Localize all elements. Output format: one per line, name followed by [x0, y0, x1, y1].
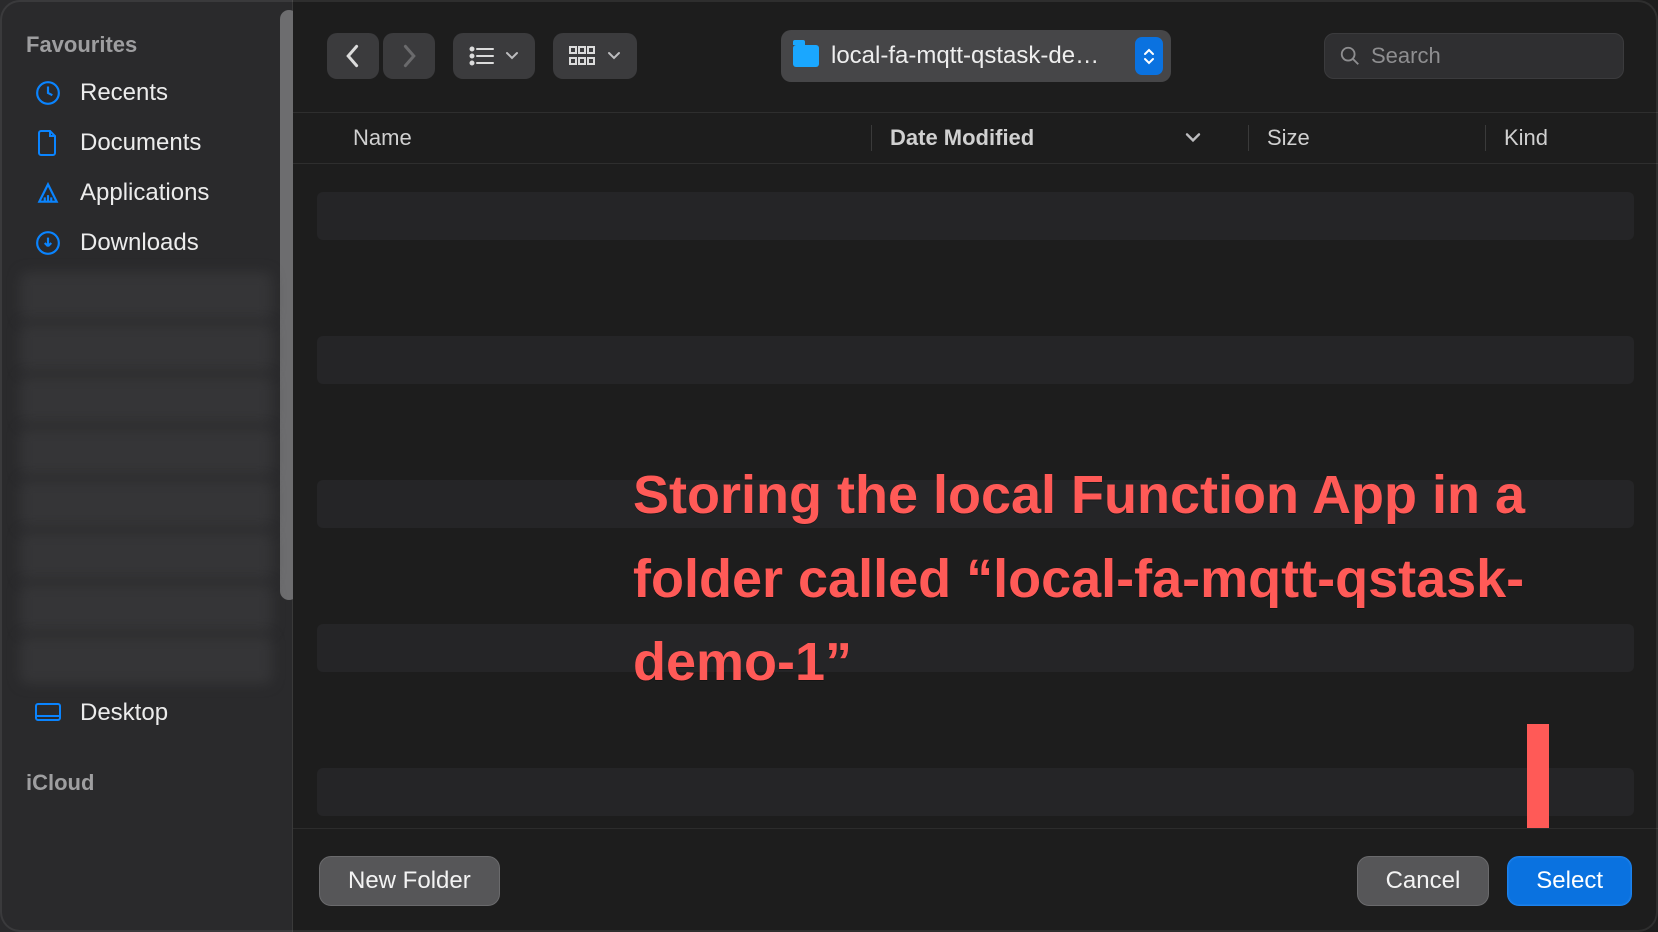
file-row[interactable] [317, 336, 1634, 384]
chevron-right-icon [400, 44, 418, 68]
applications-icon [34, 179, 62, 207]
column-size[interactable]: Size [1267, 125, 1467, 151]
toolbar: local-fa-mqtt-qstask-de… [293, 0, 1658, 112]
sidebar-item-redacted[interactable] [20, 584, 272, 632]
new-folder-button[interactable]: New Folder [319, 856, 500, 906]
stepper-updown-icon [1135, 37, 1163, 75]
bottom-bar: New Folder Cancel Select [293, 828, 1658, 932]
sidebar-item-label: Documents [80, 129, 201, 157]
download-icon [34, 229, 62, 257]
sidebar-item-redacted[interactable] [20, 376, 272, 424]
sidebar-item-redacted[interactable] [20, 428, 272, 476]
column-kind[interactable]: Kind [1504, 125, 1658, 151]
view-list-button[interactable] [453, 33, 535, 79]
file-list[interactable]: Storing the local Function App in a fold… [293, 164, 1658, 828]
file-row[interactable] [317, 624, 1634, 672]
sidebar-item-redacted[interactable] [20, 532, 272, 580]
file-row[interactable] [317, 768, 1634, 816]
sidebar-item-label: Downloads [80, 229, 199, 257]
sidebar: Favourites Recents Documents Application… [0, 0, 293, 932]
current-folder-name: local-fa-mqtt-qstask-de… [831, 42, 1123, 70]
file-row[interactable] [317, 700, 1634, 748]
group-by-button[interactable] [553, 33, 637, 79]
sidebar-item-redacted[interactable] [20, 480, 272, 528]
select-button[interactable]: Select [1507, 856, 1632, 906]
search-input[interactable] [1371, 43, 1658, 69]
sidebar-item-applications[interactable]: Applications [0, 168, 292, 218]
column-date-modified[interactable]: Date Modified [890, 125, 1230, 151]
chevron-down-icon [607, 51, 621, 61]
sidebar-item-downloads[interactable]: Downloads [0, 218, 292, 268]
column-headers: Name Date Modified Size Kind [293, 112, 1658, 164]
file-row[interactable] [317, 268, 1634, 316]
column-name[interactable]: Name [353, 125, 853, 151]
clock-icon [34, 79, 62, 107]
chevron-down-icon [505, 51, 519, 61]
file-row[interactable] [317, 192, 1634, 240]
sidebar-item-label: Recents [80, 79, 168, 107]
sidebar-item-recents[interactable]: Recents [0, 68, 292, 118]
nav-history [327, 33, 435, 79]
sidebar-section-favourites: Favourites [0, 18, 292, 68]
grid-group-icon [569, 46, 597, 66]
list-icon [469, 46, 495, 66]
sidebar-item-label: Desktop [80, 699, 168, 727]
back-button[interactable] [327, 33, 379, 79]
sidebar-item-desktop[interactable]: Desktop [0, 688, 292, 738]
file-row[interactable] [317, 480, 1634, 528]
chevron-left-icon [344, 44, 362, 68]
sidebar-section-icloud: iCloud [0, 756, 292, 806]
document-icon [34, 129, 62, 157]
sidebar-item-redacted[interactable] [20, 272, 272, 320]
chevron-down-icon [1184, 132, 1202, 144]
forward-button[interactable] [383, 33, 435, 79]
search-field[interactable] [1324, 33, 1624, 79]
folder-icon [793, 45, 819, 67]
main-pane: local-fa-mqtt-qstask-de… Name Date Modif… [293, 0, 1658, 932]
sidebar-item-documents[interactable]: Documents [0, 118, 292, 168]
sidebar-item-redacted[interactable] [20, 324, 272, 372]
sidebar-item-redacted[interactable] [20, 636, 272, 684]
cancel-button[interactable]: Cancel [1357, 856, 1490, 906]
path-dropdown[interactable]: local-fa-mqtt-qstask-de… [781, 30, 1171, 82]
search-icon [1339, 45, 1361, 67]
sidebar-item-label: Applications [80, 179, 209, 207]
desktop-icon [34, 699, 62, 727]
file-row[interactable] [317, 556, 1634, 604]
file-row[interactable] [317, 412, 1634, 460]
